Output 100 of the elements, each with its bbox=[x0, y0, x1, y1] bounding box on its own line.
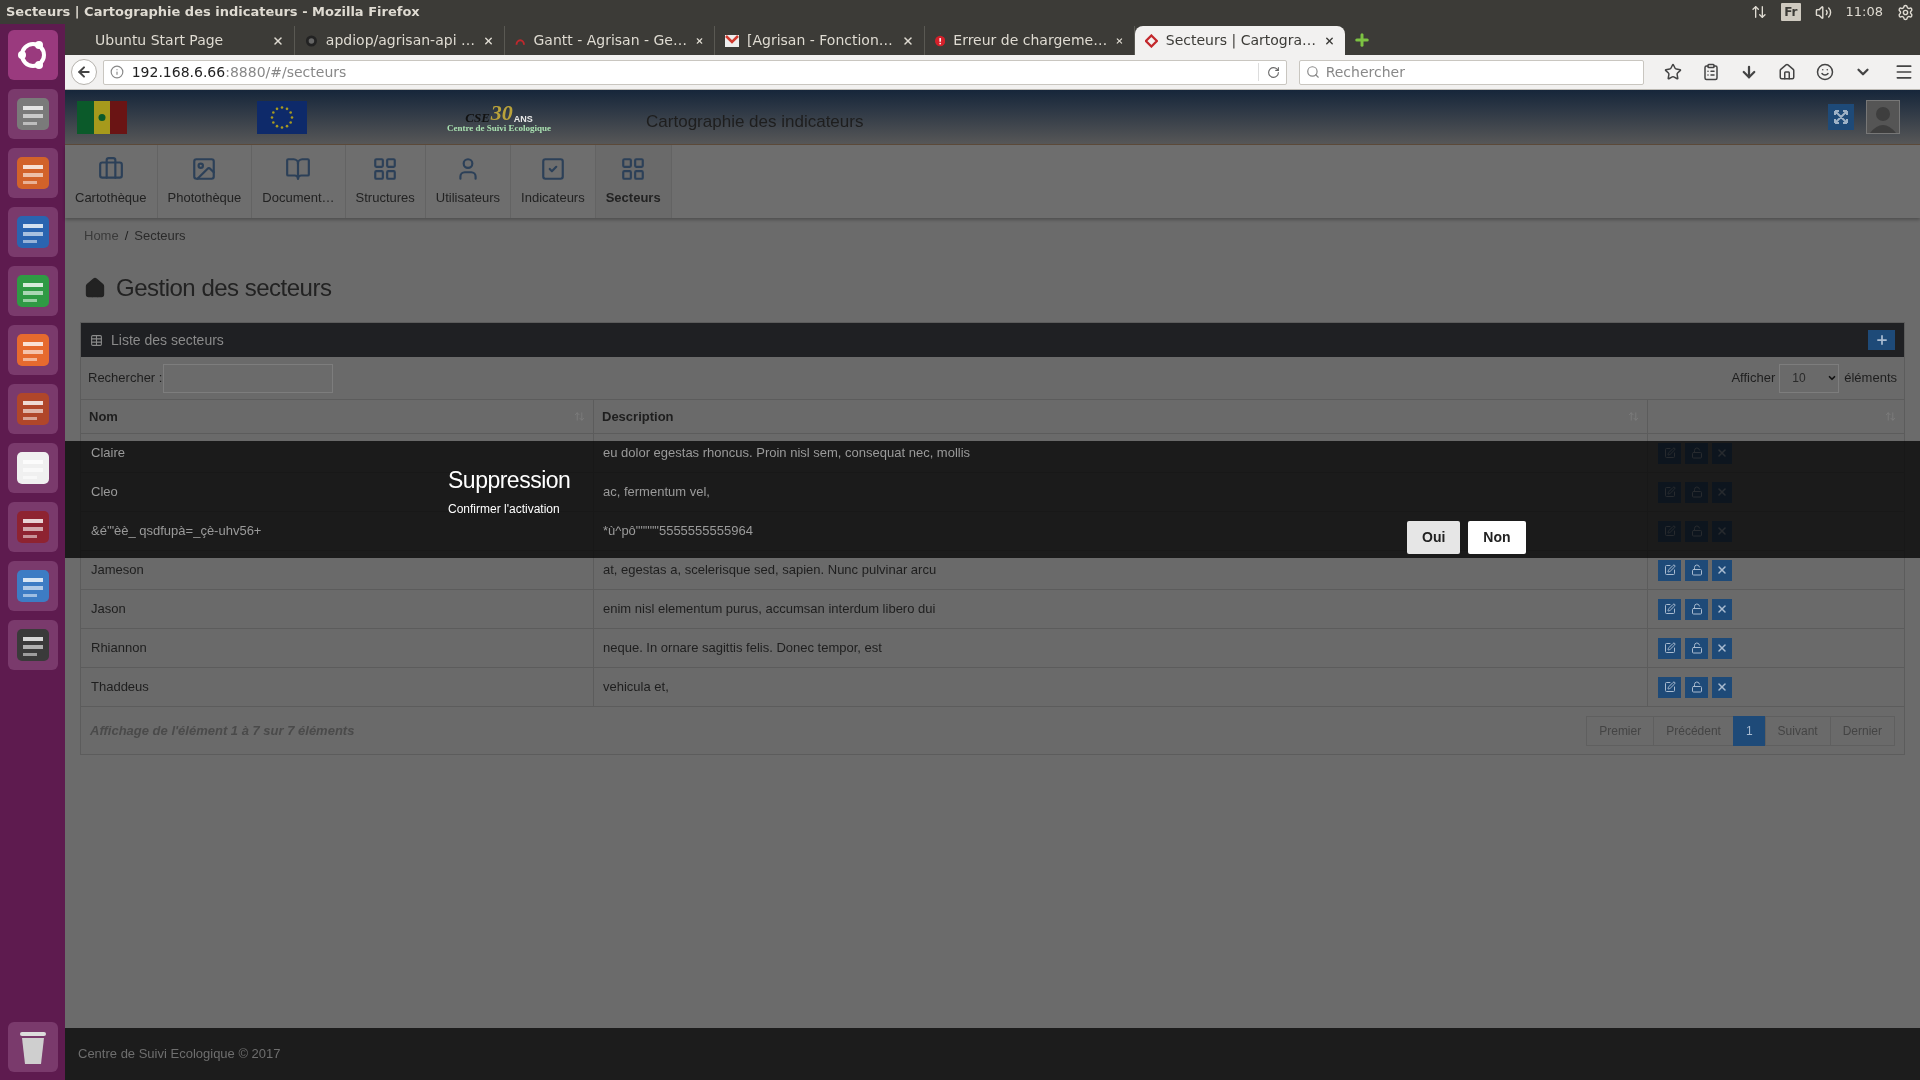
info-icon[interactable] bbox=[109, 65, 124, 79]
diamond-icon bbox=[1145, 33, 1158, 48]
launcher-item[interactable] bbox=[7, 620, 58, 670]
search-box[interactable]: Rechercher bbox=[1298, 59, 1644, 85]
dialog-message: Confirmer l'activation bbox=[448, 500, 560, 518]
unlock-button[interactable] bbox=[1685, 559, 1708, 581]
launcher-item[interactable] bbox=[7, 266, 58, 316]
reading-list-icon[interactable] bbox=[1702, 63, 1720, 81]
dash-button[interactable] bbox=[7, 30, 58, 80]
nav-tab[interactable]: Indicateurs bbox=[511, 145, 596, 218]
breadcrumb-separator: / bbox=[124, 227, 129, 246]
edit-icon bbox=[1663, 642, 1676, 654]
search-label: Rechercher : bbox=[88, 369, 163, 388]
breadcrumb-current: Secteurs bbox=[134, 227, 186, 246]
nav-tab[interactable]: Photothèque bbox=[157, 145, 253, 218]
table-icon bbox=[90, 333, 103, 347]
new-tab-icon[interactable] bbox=[1353, 31, 1371, 49]
menu-icon[interactable] bbox=[1894, 62, 1914, 82]
edit-button[interactable] bbox=[1658, 637, 1681, 659]
edit-icon bbox=[1663, 564, 1676, 576]
pagination-button[interactable]: 1 bbox=[1732, 715, 1766, 746]
search-icon bbox=[1305, 65, 1320, 79]
dialog-title: Suppression bbox=[448, 466, 571, 495]
home-icon bbox=[84, 277, 106, 299]
download-icon[interactable] bbox=[1740, 63, 1758, 81]
table-cell-text: *ù^pô"""""5555555555964 bbox=[603, 522, 753, 541]
search-field[interactable]: Rechercher bbox=[1325, 60, 1643, 84]
nav-tab[interactable]: Secteurs bbox=[595, 145, 672, 218]
launcher-item[interactable] bbox=[7, 89, 58, 139]
window-title: Secteurs | Cartographie des indicateurs - Mozilla Firefox bbox=[6, 3, 420, 22]
keyboard-indicator[interactable]: Fr bbox=[1781, 3, 1801, 21]
table-cell-text: vehicula et, bbox=[603, 678, 669, 697]
close-icon[interactable] bbox=[902, 34, 914, 47]
close-icon bbox=[1716, 681, 1728, 693]
nav-tab[interactable]: Utilisateurs bbox=[425, 145, 512, 218]
delete-button[interactable] bbox=[1712, 598, 1732, 620]
table-cell-text: Jason bbox=[91, 600, 126, 619]
edit-icon bbox=[1663, 603, 1676, 615]
clock[interactable]: 11:08 bbox=[1845, 2, 1883, 22]
image-icon bbox=[191, 155, 218, 182]
table-cell-text: eu dolor egestas rhoncus. Proin nisl sem, consequat nec, mollis bbox=[603, 444, 971, 463]
unlock-button[interactable] bbox=[1685, 676, 1708, 698]
back-icon bbox=[75, 64, 92, 80]
launcher-item[interactable] bbox=[7, 384, 58, 434]
nav-tab[interactable]: Cartothèque bbox=[65, 145, 158, 218]
dialog-button[interactable]: Oui bbox=[1407, 521, 1461, 554]
delete-button[interactable] bbox=[1712, 676, 1732, 698]
fullscreen-button[interactable] bbox=[1828, 104, 1854, 130]
network-icon[interactable] bbox=[1751, 4, 1768, 20]
flag-icon bbox=[77, 100, 127, 134]
close-icon bbox=[1716, 642, 1728, 654]
unlock-button[interactable] bbox=[1685, 637, 1708, 659]
page-size-select[interactable]: 10 bbox=[1779, 363, 1840, 393]
edit-button[interactable] bbox=[1658, 598, 1681, 620]
bookmark-icon[interactable] bbox=[1664, 63, 1682, 81]
back-button[interactable] bbox=[71, 59, 97, 85]
dropdown-icon bbox=[1827, 373, 1838, 383]
settings-icon[interactable] bbox=[1897, 3, 1914, 21]
unlock-button[interactable] bbox=[1685, 598, 1708, 620]
logo: CSE30ANS Centre de Suivi Ecologique bbox=[447, 101, 552, 133]
launcher-item[interactable] bbox=[7, 207, 58, 257]
dialog-button[interactable]: Non bbox=[1468, 521, 1526, 554]
address-bar[interactable]: 192.168.6.66:8880/#/secteurs bbox=[102, 59, 1287, 85]
add-button[interactable] bbox=[1868, 330, 1895, 350]
volume-icon[interactable] bbox=[1814, 3, 1832, 21]
browser-tab[interactable]: Secteurs | Cartogra… bbox=[1135, 26, 1345, 55]
chat-icon[interactable] bbox=[1816, 63, 1834, 81]
launcher-item[interactable] bbox=[7, 1022, 58, 1072]
avatar[interactable] bbox=[1866, 100, 1900, 134]
show-suffix: éléments bbox=[1844, 369, 1897, 388]
table-cell-text: &é'"èè_ qsdfupà=_çè-uhv56+ bbox=[91, 522, 262, 541]
home-icon[interactable] bbox=[1778, 63, 1796, 81]
star-ring-flag-icon bbox=[257, 100, 307, 134]
nav-tab[interactable]: Document… bbox=[252, 145, 346, 218]
table-cell-text: Jameson bbox=[91, 561, 144, 580]
launcher-item[interactable] bbox=[7, 325, 58, 375]
launcher-item[interactable] bbox=[7, 443, 58, 493]
reload-icon[interactable] bbox=[1266, 65, 1280, 79]
table-cell-text: Thaddeus bbox=[91, 678, 149, 697]
panel-title: Liste des secteurs bbox=[111, 330, 224, 350]
launcher-item[interactable] bbox=[7, 148, 58, 198]
column-header[interactable]: Description bbox=[594, 400, 1648, 433]
edit-button[interactable] bbox=[1658, 559, 1681, 581]
unlock-icon bbox=[1690, 681, 1703, 693]
column-header[interactable]: Nom bbox=[81, 400, 594, 433]
edit-icon bbox=[1663, 681, 1676, 693]
launcher-item[interactable] bbox=[7, 502, 58, 552]
table-cell-text: neque. In ornare sagittis felis. Donec tempor, est bbox=[603, 639, 882, 658]
close-icon[interactable] bbox=[272, 34, 284, 47]
grid-icon bbox=[372, 155, 399, 182]
plus-icon bbox=[1874, 333, 1889, 347]
delete-button[interactable] bbox=[1712, 637, 1732, 659]
unlock-icon bbox=[1690, 564, 1703, 576]
briefcase-icon bbox=[97, 155, 124, 182]
launcher-item[interactable] bbox=[7, 561, 58, 611]
mail-icon bbox=[725, 34, 739, 47]
error-icon bbox=[935, 33, 946, 48]
edit-button[interactable] bbox=[1658, 676, 1681, 698]
nav-tab[interactable]: Structures bbox=[345, 145, 426, 218]
delete-button[interactable] bbox=[1712, 559, 1732, 581]
